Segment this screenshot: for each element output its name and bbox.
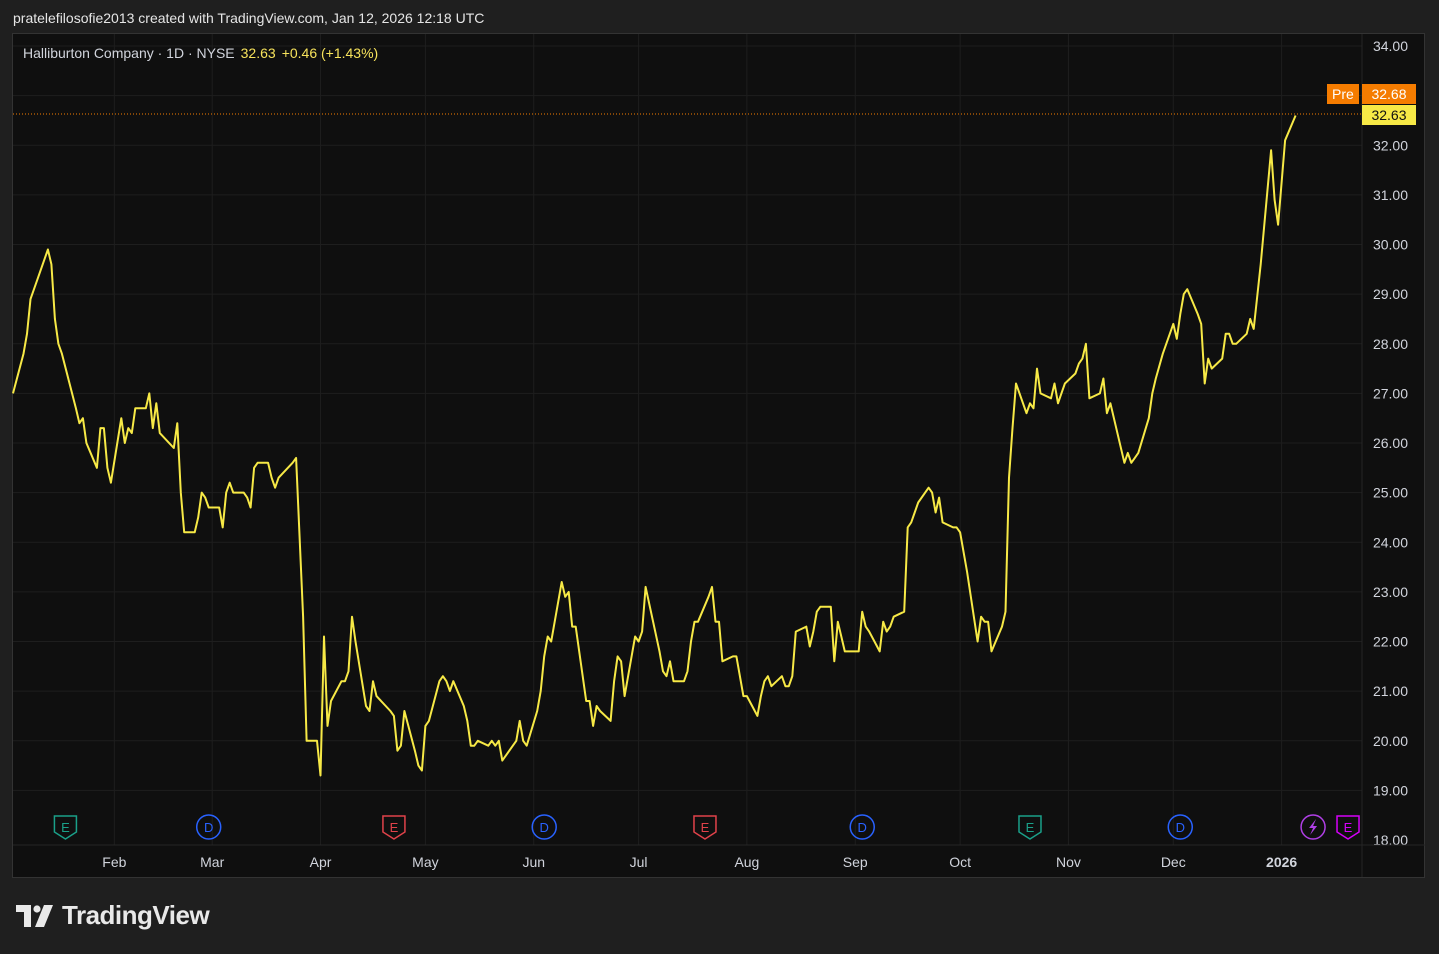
legend-last-price: 32.63: [240, 45, 276, 61]
x-tick-label: Sep: [843, 854, 868, 870]
x-tick-label: Oct: [949, 854, 971, 870]
earnings-badge-letter: E: [1026, 820, 1035, 835]
legend-change: +0.46 (+1.43%): [281, 45, 379, 61]
dividend-badge-letter: D: [540, 820, 549, 835]
dividend-badge-letter: D: [204, 820, 213, 835]
y-tick-label: 29.00: [1373, 286, 1408, 302]
y-tick-label: 20.00: [1373, 733, 1408, 749]
y-tick-label: 18.00: [1373, 832, 1408, 848]
earnings-badge-letter: E: [390, 820, 399, 835]
x-tick-label: Feb: [102, 854, 126, 870]
x-tick-label: Aug: [734, 854, 759, 870]
y-tick-label: 32.00: [1373, 137, 1408, 153]
x-tick-label: Apr: [310, 854, 332, 870]
x-axis[interactable]: Feb Mar Apr May Jun Jul Aug Sep Oct Nov Dec 2026: [13, 844, 1425, 870]
symbol-legend[interactable]: Halliburton Company · 1D · NYSE 32.63 +0.4…: [23, 45, 378, 61]
pre-market-label: Pre: [1327, 84, 1359, 104]
y-tick-label: 21.00: [1373, 683, 1408, 699]
symbol-title: Halliburton Company · 1D · NYSE: [23, 45, 235, 61]
y-tick-label: 26.00: [1373, 435, 1408, 451]
y-tick-label: 27.00: [1373, 385, 1408, 401]
event-markers[interactable]: EDEDEDEDE: [53, 814, 1360, 840]
pre-market-price-tag: 32.68: [1362, 84, 1416, 104]
price-series[interactable]: [12, 115, 1297, 777]
earnings-badge-letter: E: [61, 820, 70, 835]
x-tick-label: Mar: [200, 854, 224, 870]
tradingview-wordmark: TradingView: [62, 900, 210, 930]
tradingview-logo[interactable]: TradingView: [16, 900, 210, 931]
earnings-badge-letter: E: [701, 820, 710, 835]
y-axis[interactable]: 34.0033.0032.0031.0030.0029.0028.0027.00…: [1361, 34, 1408, 877]
x-tick-label: Jul: [630, 854, 648, 870]
earnings-marker[interactable]: E: [693, 815, 717, 840]
lightning-event-marker[interactable]: [1300, 814, 1326, 840]
y-tick-label: 22.00: [1373, 634, 1408, 650]
last-price-tag: 32.63: [1362, 105, 1416, 125]
dividend-marker[interactable]: D: [849, 814, 875, 840]
earnings-marker[interactable]: E: [1336, 815, 1360, 840]
x-tick-label: May: [412, 854, 438, 870]
earnings-marker[interactable]: E: [1018, 815, 1042, 840]
price-chart[interactable]: 34.0033.0032.0031.0030.0029.0028.0027.00…: [0, 0, 1439, 954]
x-tick-label: 2026: [1266, 854, 1297, 870]
y-tick-label: 31.00: [1373, 187, 1408, 203]
dividend-marker[interactable]: D: [1167, 814, 1194, 840]
x-tick-label: Dec: [1161, 854, 1186, 870]
x-tick-label: Jun: [522, 854, 545, 870]
earnings-badge-letter: E: [1344, 820, 1353, 835]
y-tick-label: 24.00: [1373, 534, 1408, 550]
y-tick-label: 19.00: [1373, 782, 1408, 798]
y-tick-label: 30.00: [1373, 237, 1408, 253]
y-tick-label: 25.00: [1373, 485, 1408, 501]
earnings-marker[interactable]: E: [53, 815, 78, 840]
dividend-marker[interactable]: D: [531, 814, 557, 840]
y-tick-label: 34.00: [1373, 38, 1408, 54]
y-tick-label: 28.00: [1373, 336, 1408, 352]
tradingview-logo-icon: [16, 904, 53, 927]
dividend-badge-letter: D: [1176, 820, 1185, 835]
x-tick-label: Nov: [1056, 854, 1081, 870]
dividend-badge-letter: D: [858, 820, 867, 835]
price-line[interactable]: [12, 115, 1297, 777]
dividend-marker[interactable]: D: [195, 814, 222, 840]
y-tick-label: 23.00: [1373, 584, 1408, 600]
lightning-icon: [1309, 819, 1318, 835]
grid-lines: [13, 34, 1362, 845]
earnings-marker[interactable]: E: [382, 815, 406, 840]
